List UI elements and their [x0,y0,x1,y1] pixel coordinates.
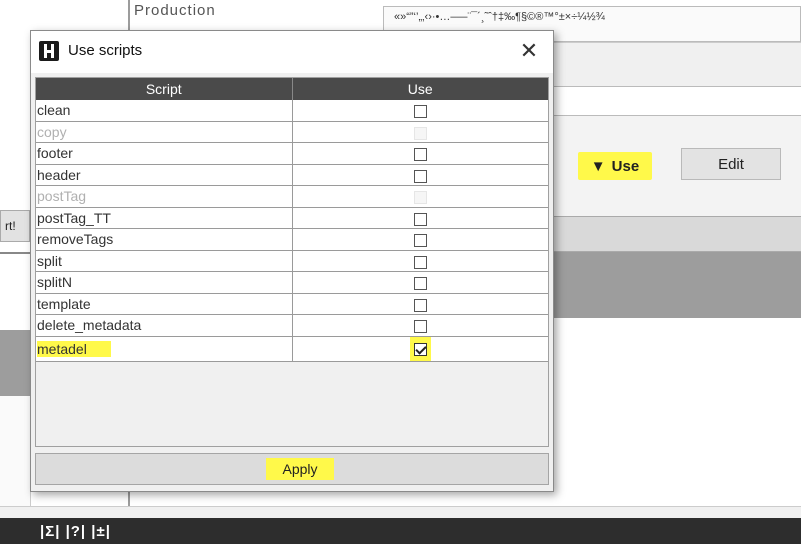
script-name-cell: header [36,164,293,186]
script-name-cell: removeTags [36,228,293,251]
script-name: removeTags [37,231,114,248]
app-logo-icon [39,41,59,61]
use-cell [292,100,548,122]
triangle-down-icon: ▼ [590,157,606,175]
script-name-cell: postTag_TT [36,207,293,229]
background-dark-panel [548,252,801,318]
script-name-cell: template [36,293,293,315]
table-row[interactable]: template [36,293,548,315]
background-toolbar-strip [548,216,801,252]
use-cell [292,142,548,165]
dialog-titlebar[interactable]: Use scripts ✕ [31,31,553,73]
use-checkbox[interactable] [413,298,427,312]
background-header-text: Production [134,2,216,19]
table-row[interactable]: removeTags [36,228,548,251]
use-checkbox [413,191,427,205]
use-dropdown[interactable]: ▼ Use [578,152,652,180]
bottom-toolbar[interactable]: |Σ| |?| |±| [0,518,801,544]
table-row[interactable]: splitN [36,271,548,294]
use-checkbox[interactable] [413,148,427,162]
use-cell [292,271,548,294]
apply-bar: Apply [35,453,549,485]
scripts-table: Script Use clean copy footer header postTag p… [36,78,548,362]
script-name-cell: splitN [36,271,293,294]
use-checkbox[interactable] [413,277,427,291]
background-panel [548,42,801,87]
use-cell [292,164,548,186]
script-name: copy [37,123,67,140]
script-name: delete_metadata [37,317,142,334]
script-name-cell: split [36,250,293,272]
left-lower-panel [0,396,31,506]
table-row[interactable]: postTag [36,185,548,208]
dialog-title: Use scripts [68,42,143,59]
column-header-use[interactable]: Use [292,78,548,100]
use-cell [292,314,548,337]
use-checkbox[interactable] [413,343,427,357]
use-checkbox[interactable] [413,320,427,334]
script-name-cell: footer [36,142,293,165]
script-name: postTag [37,188,87,205]
use-checkbox[interactable] [413,234,427,248]
use-cell [292,228,548,251]
use-checkbox[interactable] [413,105,427,119]
edit-button[interactable]: Edit [681,148,781,180]
script-name: metadel [37,340,111,357]
table-row[interactable]: postTag_TT [36,207,548,229]
table-header-row: Script Use [36,78,548,100]
table-row[interactable]: copy [36,121,548,143]
use-cell [292,185,548,208]
scripts-table-container: Script Use clean copy footer header postTag p… [35,77,549,447]
column-header-script[interactable]: Script [36,78,293,100]
script-name: splitN [37,274,73,291]
checkbox-highlight [409,336,431,360]
background-input-field[interactable] [548,86,801,116]
script-name-cell: clean [36,100,293,122]
use-checkbox[interactable] [413,212,427,226]
status-strip [0,506,801,518]
left-divider [0,252,30,254]
use-label: Use [611,157,640,175]
table-row[interactable]: footer [36,142,548,165]
use-cell [292,207,548,229]
apply-button[interactable]: Apply [266,458,334,480]
script-name: template [37,295,91,312]
table-row[interactable]: header [36,164,548,186]
left-start-button[interactable]: rt! [0,210,30,242]
table-row[interactable]: clean [36,100,548,122]
use-cell [292,293,548,315]
table-row[interactable]: delete_metadata [36,314,548,337]
script-name-cell: copy [36,121,293,143]
close-icon[interactable]: ✕ [515,37,543,65]
table-row[interactable]: metadel [36,336,548,362]
script-name-cell: metadel [36,336,293,362]
script-name-cell: postTag [36,185,293,208]
use-checkbox [413,126,427,140]
use-cell [292,336,548,362]
use-cell [292,121,548,143]
script-name: header [37,166,81,183]
script-name: postTag_TT [37,209,111,226]
script-name: clean [37,102,71,119]
script-name: footer [37,145,73,162]
script-name-cell: delete_metadata [36,314,293,337]
use-cell [292,250,548,272]
use-scripts-dialog: Use scripts ✕ Script Use clean copy footer… [30,30,554,492]
use-checkbox[interactable] [413,169,427,183]
left-dark-panel [0,330,30,396]
use-checkbox[interactable] [413,255,427,269]
script-name: split [37,252,62,269]
table-row[interactable]: split [36,250,548,272]
